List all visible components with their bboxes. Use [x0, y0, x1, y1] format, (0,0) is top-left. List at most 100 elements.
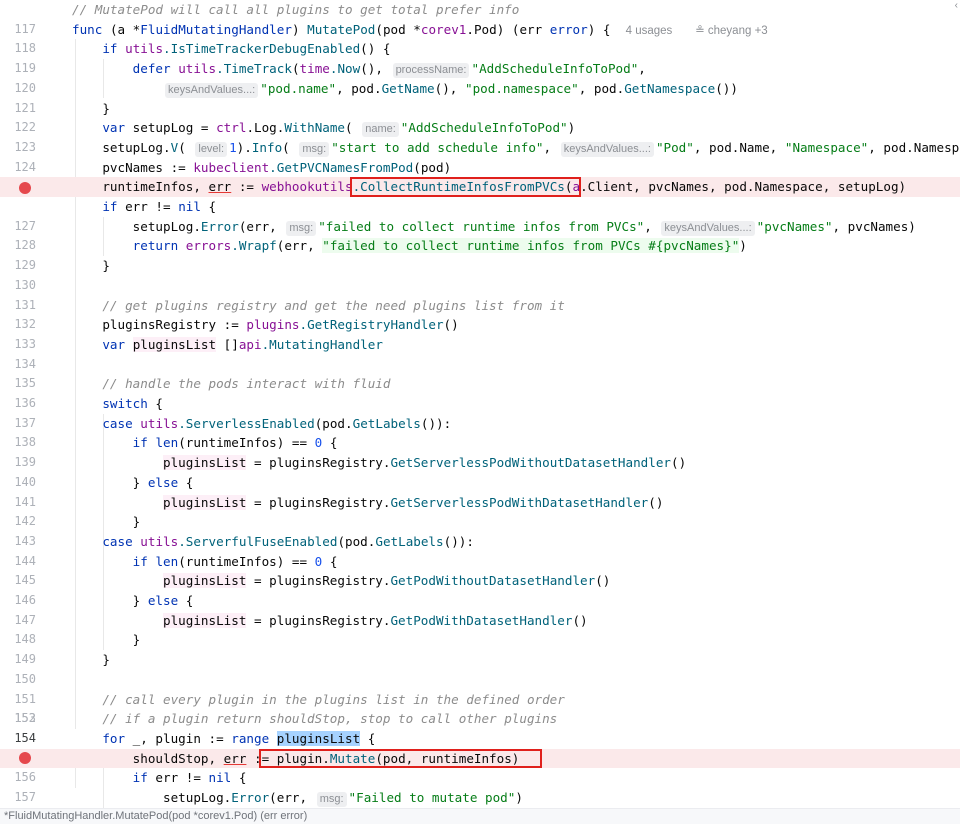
code-line[interactable]: 147 } else { — [0, 591, 960, 627]
code-line[interactable]: 150 } — [0, 650, 960, 686]
code-line[interactable]: 138 case utils.ServerlessEnabled(pod.Get… — [0, 414, 960, 450]
code-text: ( — [178, 139, 186, 155]
code-line[interactable]: 149 } — [0, 630, 960, 666]
code-line[interactable]: 157 setupLog.Error(err, msg: "Failed to m… — [0, 788, 960, 808]
code-line[interactable]: 136 // handle the pods interact with flu… — [0, 374, 960, 410]
keyword: for — [102, 730, 126, 746]
code-text: (err, — [238, 218, 277, 234]
code-line[interactable]: 151 — [0, 670, 960, 706]
function-call: Error — [231, 790, 270, 805]
code-line-breakpoint[interactable]: 155 shouldStop, err := plugin.Mutate(pod… — [0, 748, 960, 769]
code-line[interactable]: 156 if err != nil { — [0, 768, 960, 788]
code-line[interactable]: 139 if len(runtimeInfos) == 0 { — [0, 433, 960, 469]
code-line[interactable]: 121 keysAndValues...: "pod.name", pod.Get… — [0, 79, 960, 115]
variable-pluginslist: pluginsList — [163, 612, 247, 628]
code-text: .Pod) (err — [466, 21, 550, 37]
code-line[interactable]: 143 } — [0, 512, 960, 548]
code-text: } — [132, 514, 141, 530]
code-text: [] — [216, 336, 239, 352]
string-literal: "pod.name" — [260, 80, 337, 96]
code-line[interactable]: 152 // call every plugin in the plugins … — [0, 690, 960, 726]
code-line[interactable]: 133 pluginsRegistry := plugins.GetRegist… — [0, 315, 960, 351]
code-line[interactable]: 144 case utils.ServerfulFuseEnabled(pod.… — [0, 532, 960, 568]
code-line[interactable]: 128 setupLog.Error(err, msg: "failed to c… — [0, 217, 960, 253]
code-line[interactable]: 124 setupLog.V( level: 1).Info( msg: "star… — [0, 138, 960, 174]
code-line-current[interactable]: 154 for _, plugin := range pluginsList { — [0, 728, 960, 749]
breadcrumb[interactable]: *FluidMutatingHandler.MutatePod(pod *cor… — [0, 808, 960, 824]
code-line[interactable]: 141 } else { — [0, 473, 960, 509]
code-line[interactable]: 146 pluginsList = pluginsRegistry.GetPod… — [0, 571, 960, 607]
function-call: GetLabels — [375, 533, 444, 549]
line-number: 156 — [14, 770, 36, 785]
parameter-hint: keysAndValues...: — [165, 82, 259, 98]
function-name: MutatePod — [307, 21, 376, 37]
breakpoint-icon[interactable] — [19, 752, 31, 765]
function-call: GetServerlessPodWithoutDatasetHandler — [390, 455, 672, 471]
function-call: Error — [200, 218, 239, 234]
code-text: err != — [117, 199, 179, 214]
code-line[interactable]: 129 return errors.Wrapf(err, "failed to … — [0, 236, 960, 272]
code-line[interactable]: 153 // if a plugin return shouldStop, st… — [0, 709, 960, 729]
code-editor[interactable]: ‹ 117 // MutatePod will call all plugins… — [0, 0, 960, 808]
code-line[interactable]: 122 } — [0, 99, 960, 135]
code-line[interactable]: 127 if err != nil { — [0, 197, 960, 233]
code-line[interactable]: 131 — [0, 276, 960, 312]
code-line[interactable]: 134 var pluginsList []api.MutatingHandle… — [0, 335, 960, 371]
code-line[interactable]: 125 pvcNames := kubeclient.GetPVCNamesFr… — [0, 158, 960, 194]
code-line[interactable]: 123 var setupLog = ctrl.Log.WithName( na… — [0, 118, 960, 154]
code-text: = pluginsRegistry. — [246, 573, 391, 589]
package-name: ctrl — [216, 120, 247, 136]
code-line[interactable]: 120 defer utils.TimeTrack(time.Now(), pr… — [0, 59, 960, 95]
code-text: , — [644, 218, 652, 234]
code-line[interactable]: 142 pluginsList = pluginsRegistry.GetSer… — [0, 493, 960, 528]
code-text: (pod. — [337, 533, 376, 549]
builtin-function: len — [155, 435, 179, 451]
code-line[interactable]: 119 if utils.IsTimeTrackerDebugEnabled()… — [0, 39, 960, 75]
number-literal: 1 — [229, 139, 237, 155]
code-line[interactable]: 145 if len(runtimeInfos) == 0 { — [0, 552, 960, 588]
code-line[interactable]: 132 // get plugins registry and get the … — [0, 296, 960, 332]
function-call: Mutate — [329, 750, 376, 766]
line-number: 153 — [14, 711, 36, 726]
code-text: err != — [147, 770, 209, 786]
keyword: nil — [178, 199, 201, 214]
code-text: } — [132, 474, 148, 490]
package-name: plugins — [246, 317, 300, 333]
author-hint[interactable]: ≗ cheyang +3 — [695, 25, 768, 37]
keyword: else — [147, 474, 179, 490]
code-line-breakpoint[interactable]: 126 runtimeInfos, err := webhookutils.Co… — [0, 177, 960, 197]
keyword: else — [147, 593, 179, 608]
code-line[interactable]: 130 } — [0, 256, 960, 292]
comment: // get plugins registry and get the need… — [102, 297, 565, 313]
code-text: ) — [515, 790, 523, 805]
code-text: { — [178, 593, 194, 608]
code-text: { — [231, 770, 247, 786]
keyword: return — [132, 238, 179, 254]
keyword: range — [231, 730, 270, 746]
usages-hint[interactable]: 4 usages — [626, 25, 673, 37]
comment: // MutatePod will call all plugins to ge… — [72, 2, 520, 17]
keyword: defer — [132, 61, 171, 77]
code-line[interactable]: 117 // MutatePod will call all plugins t… — [0, 0, 960, 36]
code-line[interactable]: 135 — [0, 355, 960, 390]
breakpoint-icon[interactable] — [19, 182, 31, 195]
code-text: setupLog. — [163, 790, 232, 805]
keyword: if — [132, 770, 148, 786]
code-line[interactable]: 148 pluginsList = pluginsRegistry.GetPod… — [0, 611, 960, 646]
code-text: = pluginsRegistry. — [246, 612, 391, 628]
code-line[interactable]: 140 pluginsList = pluginsRegistry.GetSer… — [0, 453, 960, 489]
breadcrumb-text[interactable]: *FluidMutatingHandler.MutatePod(pod *cor… — [4, 810, 307, 822]
code-text: , pod.Namespace) — [868, 139, 960, 155]
keyword: switch — [102, 396, 148, 411]
variable-pluginslist-selected: pluginsList — [276, 730, 361, 746]
parameter-hint: processName: — [392, 63, 470, 79]
code-text: (pod, runtimeInfos) — [375, 750, 520, 766]
code-text: ()) — [715, 80, 738, 96]
code-line[interactable]: 118 func (a *FluidMutatingHandler) Mutat… — [0, 20, 960, 56]
function-call: Info — [251, 139, 283, 155]
code-text: setupLog. — [102, 139, 171, 155]
code-text: , pvcNames) — [832, 218, 916, 234]
package-name: corev1 — [420, 21, 467, 37]
code-text: .Log. — [246, 120, 285, 136]
code-line[interactable]: 137 switch { — [0, 394, 960, 430]
